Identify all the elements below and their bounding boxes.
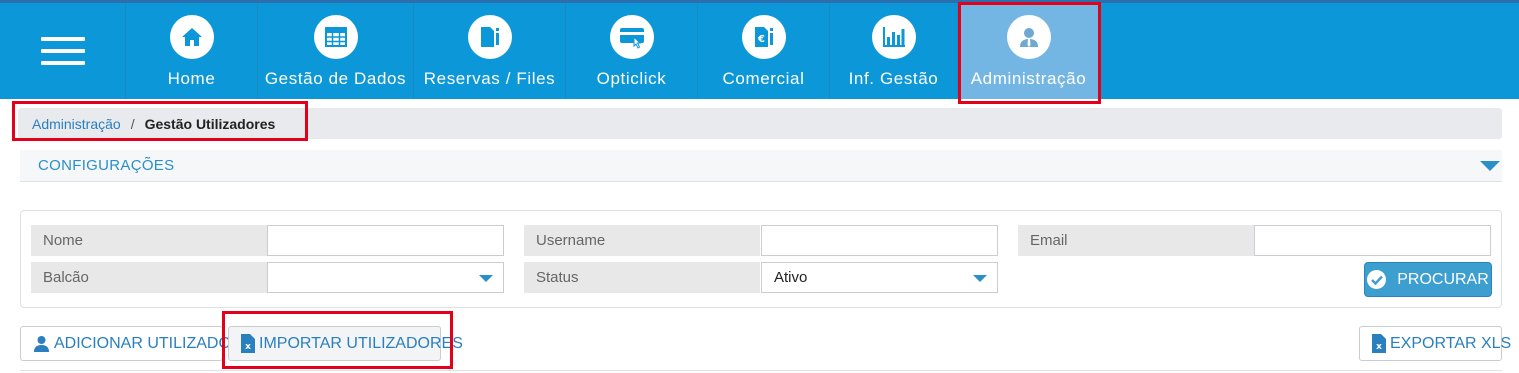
- nav-item-label: Opticlick: [596, 69, 667, 88]
- nav-item-gestao-dados[interactable]: Gestão de Dados: [258, 3, 414, 99]
- nav-item-comercial[interactable]: € Comercial: [698, 3, 830, 99]
- user-icon: [33, 335, 50, 352]
- nav-item-opticlick[interactable]: Opticlick: [566, 3, 698, 99]
- export-xls-button-label: EXPORTAR XLS: [1390, 334, 1512, 352]
- status-label: Status: [524, 262, 760, 293]
- nome-label: Nome: [31, 225, 267, 256]
- check-circle-icon: [1367, 270, 1387, 289]
- svg-text:€: €: [757, 34, 765, 45]
- status-select[interactable]: Ativo: [761, 262, 998, 293]
- email-input[interactable]: [1254, 225, 1491, 256]
- configuracoes-title: CONFIGURAÇÕES: [38, 157, 175, 174]
- configuracoes-panel-header[interactable]: CONFIGURAÇÕES: [20, 150, 1502, 182]
- nav-item-label: Gestão de Dados: [264, 69, 407, 88]
- filter-panel: Nome Username Email Balcão Status Ativo …: [20, 210, 1502, 308]
- email-label: Email: [1018, 225, 1254, 256]
- top-navigation-bar: Home Gestão de Dados Reservas / Files Op…: [0, 0, 1519, 99]
- chevron-down-icon: [973, 275, 987, 282]
- user-admin-icon: [1006, 15, 1051, 59]
- excel-file-icon: x: [1372, 334, 1386, 353]
- nav-item-label: Reservas / Files: [423, 69, 556, 88]
- breadcrumb-current: Gestão Utilizadores: [144, 115, 276, 132]
- breadcrumb-separator: /: [130, 115, 135, 132]
- chevron-down-icon: [479, 275, 493, 282]
- procurar-button-label: PROCURAR: [1397, 270, 1489, 288]
- home-icon: [169, 15, 214, 59]
- nav-item-reservas-files[interactable]: Reservas / Files: [414, 3, 566, 99]
- bar-chart-icon: [871, 15, 916, 59]
- balcao-select[interactable]: [267, 262, 504, 293]
- username-label: Username: [524, 225, 760, 256]
- nav-item-label: Inf. Gestão: [848, 69, 939, 88]
- procurar-button[interactable]: PROCURAR: [1364, 262, 1492, 297]
- hamburger-icon: [40, 37, 85, 65]
- svg-text:x: x: [1376, 342, 1382, 352]
- export-xls-button[interactable]: x EXPORTAR XLS: [1359, 326, 1511, 361]
- import-users-button-label: IMPORTAR UTILIZADORES: [259, 334, 463, 352]
- nav-item-administracao[interactable]: Administração: [958, 3, 1100, 99]
- nav-item-label: Administração: [970, 69, 1087, 88]
- euro-doc-icon: €: [741, 15, 786, 59]
- nav-item-inf-gestao[interactable]: Inf. Gestão: [830, 3, 958, 99]
- nav-item-home[interactable]: Home: [126, 3, 258, 99]
- excel-file-icon: x: [241, 334, 255, 353]
- card-click-icon: [609, 15, 654, 59]
- nome-input[interactable]: [267, 225, 504, 256]
- username-input[interactable]: [761, 225, 998, 256]
- breadcrumb-link-administracao[interactable]: Administração: [32, 116, 121, 132]
- nav-item-label: Home: [167, 69, 216, 88]
- status-select-value: Ativo: [774, 269, 808, 286]
- nav-item-label: Comercial: [722, 69, 805, 88]
- svg-text:x: x: [245, 342, 251, 352]
- balcao-label: Balcão: [31, 262, 267, 293]
- hamburger-menu-button[interactable]: [0, 3, 126, 99]
- chevron-down-icon[interactable]: [1480, 160, 1500, 171]
- divider: [20, 370, 1502, 371]
- breadcrumb: Administração / Gestão Utilizadores: [18, 108, 1502, 139]
- file-info-icon: [467, 15, 512, 59]
- import-users-button[interactable]: x IMPORTAR UTILIZADORES: [228, 326, 463, 361]
- add-user-button-label: ADICIONAR UTILIZADOR: [54, 334, 243, 352]
- add-user-button[interactable]: ADICIONAR UTILIZADOR: [20, 326, 242, 361]
- table-icon: [313, 15, 358, 59]
